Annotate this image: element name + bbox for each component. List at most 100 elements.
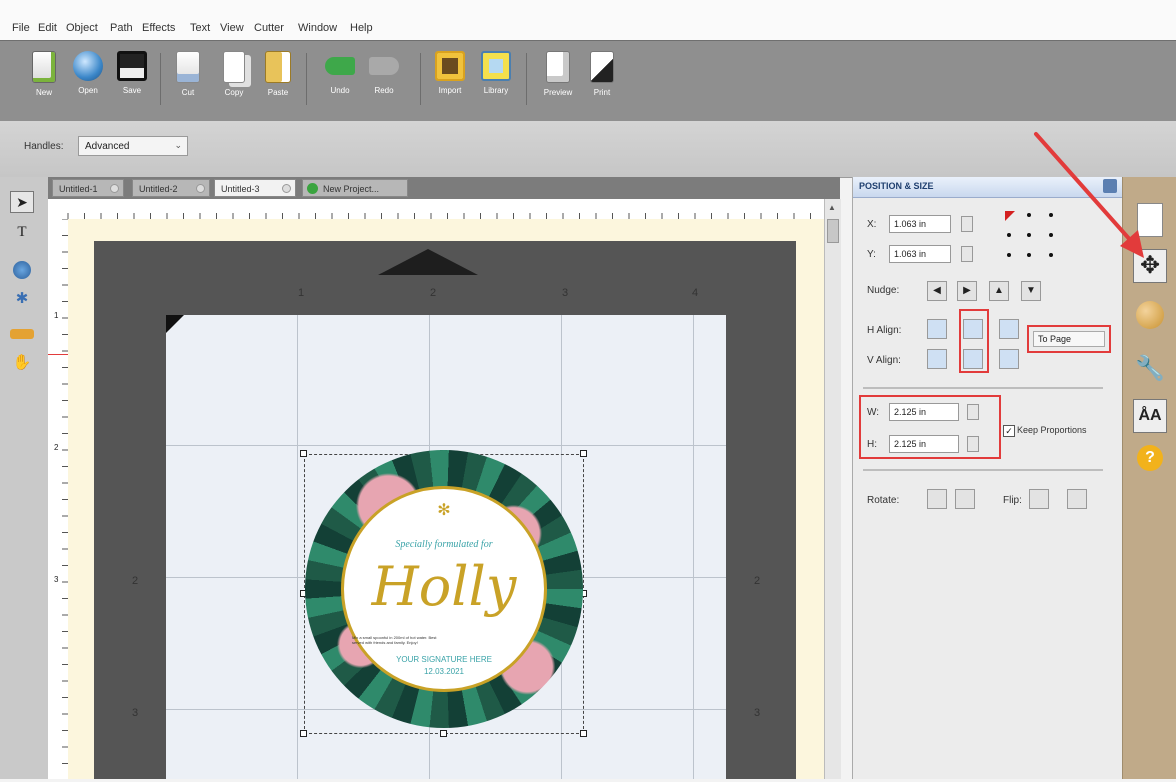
tab-untitled-1[interactable]: Untitled-1 [52, 179, 124, 197]
print-button[interactable]: Print [580, 51, 624, 113]
width-input[interactable]: 2.125 in [889, 403, 959, 421]
cut-button[interactable]: Cut [166, 51, 210, 113]
to-page-select[interactable]: To Page [1033, 331, 1105, 347]
resize-handle[interactable] [300, 450, 307, 457]
close-icon[interactable] [110, 184, 119, 193]
open-globe-icon [73, 51, 103, 81]
flip-horizontal-icon[interactable] [1029, 489, 1049, 509]
tab-new-project[interactable]: New Project... [302, 179, 408, 197]
handles-select[interactable]: Advanced ⌄ [78, 136, 188, 156]
text-style-icon[interactable]: ÅA [1133, 399, 1167, 433]
bee-icon: ✻ [437, 502, 451, 519]
design-canvas[interactable]: 1 2 3 4 2 3 2 3 ✻ Specially formulated f… [68, 219, 824, 779]
keep-proportions-checkbox[interactable]: ✓ [1003, 425, 1015, 437]
resize-handle[interactable] [440, 730, 447, 737]
close-icon[interactable] [282, 184, 291, 193]
align-left-icon[interactable] [927, 319, 947, 339]
paper-corner-icon [166, 315, 184, 333]
paste-label: Paste [267, 88, 289, 97]
menu-path[interactable]: Path [110, 22, 133, 34]
width-spinner[interactable] [967, 404, 979, 420]
close-icon[interactable] [196, 184, 205, 193]
left-tool-strip: ➤ T ✱ ✋ [0, 177, 49, 779]
copy-button[interactable]: Copy [212, 51, 256, 113]
paste-button[interactable]: Paste [256, 51, 300, 113]
eraser-tool-icon[interactable] [10, 329, 34, 339]
new-button[interactable]: New [22, 51, 66, 113]
h-label: H: [867, 439, 877, 450]
tab-label: Untitled-3 [221, 184, 260, 194]
import-icon [435, 51, 465, 81]
x-input[interactable]: 1.063 in [889, 215, 951, 233]
menu-object[interactable]: Object [66, 22, 98, 34]
menu-window[interactable]: Window [298, 22, 337, 34]
tab-label: New Project... [323, 184, 380, 194]
pan-tool-icon[interactable]: ✋ [10, 353, 34, 375]
to-page-label: To Page [1038, 334, 1072, 344]
menu-cutter[interactable]: Cutter [254, 22, 284, 34]
text-tool-icon[interactable]: T [10, 221, 34, 243]
menu-edit[interactable]: Edit [38, 22, 57, 34]
ruler-left: 1 2 3 [48, 218, 69, 779]
main-toolbar: New Open Save Cut Copy Paste Undo Redo I… [0, 40, 1176, 122]
vertical-scrollbar[interactable]: ▲ [824, 199, 841, 779]
mat-number: 4 [692, 287, 699, 299]
align-right-icon[interactable] [999, 319, 1019, 339]
label-design-tropical-border[interactable]: ✻ Specially formulated for Holly Mix a s… [305, 450, 583, 728]
menu-effects[interactable]: Effects [142, 22, 175, 34]
nudge-left-icon[interactable]: ◀ [927, 281, 947, 301]
library-button[interactable]: Library [474, 51, 518, 113]
import-button[interactable]: Import [428, 51, 472, 113]
toolbar-separator [526, 53, 527, 105]
node-tool-icon[interactable]: ✱ [10, 289, 34, 311]
open-button[interactable]: Open [66, 51, 110, 113]
new-label: New [35, 88, 52, 97]
panel-divider [863, 469, 1103, 471]
resize-handle[interactable] [580, 450, 587, 457]
menu-view[interactable]: View [220, 22, 244, 34]
rotate-right-icon[interactable] [955, 489, 975, 509]
annotation-center-align [959, 309, 989, 373]
flip-vertical-icon[interactable] [1067, 489, 1087, 509]
tab-untitled-3[interactable]: Untitled-3 [214, 179, 296, 197]
add-project-icon [307, 183, 318, 194]
reference-point-selected[interactable] [1005, 211, 1015, 221]
scroll-thumb[interactable] [827, 219, 839, 243]
scroll-up-icon[interactable]: ▲ [828, 203, 836, 212]
cut-icon [176, 51, 200, 83]
w-label: W: [867, 407, 880, 418]
tab-untitled-2[interactable]: Untitled-2 [132, 179, 210, 197]
height-spinner[interactable] [967, 436, 979, 452]
ruler-left-num: 1 [54, 311, 59, 320]
y-spinner[interactable] [961, 246, 973, 262]
resize-handle[interactable] [300, 730, 307, 737]
select-tool-icon[interactable]: ➤ [10, 191, 34, 213]
y-label: Y: [867, 249, 876, 260]
rotate-left-icon[interactable] [927, 489, 947, 509]
menu-bar: File Edit Object Path Effects Text View … [0, 0, 1176, 40]
undo-button[interactable]: Undo [318, 51, 362, 113]
nudge-up-icon[interactable]: ▲ [989, 281, 1009, 301]
nudge-down-icon[interactable]: ▼ [1021, 281, 1041, 301]
height-input[interactable]: 2.125 in [889, 435, 959, 453]
shape-tool-icon[interactable] [13, 261, 31, 279]
menu-help[interactable]: Help [350, 22, 373, 34]
wrench-icon[interactable]: 🔧 [1133, 353, 1167, 387]
redo-button[interactable]: Redo [362, 51, 406, 113]
cut-label: Cut [181, 88, 195, 97]
align-bottom-icon[interactable] [999, 349, 1019, 369]
help-icon[interactable]: ? [1137, 445, 1163, 471]
align-top-icon[interactable] [927, 349, 947, 369]
save-button[interactable]: Save [110, 51, 154, 113]
nudge-right-icon[interactable]: ▶ [957, 281, 977, 301]
chevron-down-icon: ⌄ [174, 140, 182, 150]
panel-title: POSITION & SIZE [859, 181, 934, 191]
menu-file[interactable]: File [12, 22, 30, 34]
resize-handle[interactable] [580, 730, 587, 737]
y-input[interactable]: 1.063 in [889, 245, 951, 263]
preview-button[interactable]: Preview [536, 51, 580, 113]
ruler-left-ticks [62, 218, 68, 764]
menu-text[interactable]: Text [190, 22, 210, 34]
fill-color-palette-icon[interactable] [1136, 301, 1164, 329]
x-spinner[interactable] [961, 216, 973, 232]
